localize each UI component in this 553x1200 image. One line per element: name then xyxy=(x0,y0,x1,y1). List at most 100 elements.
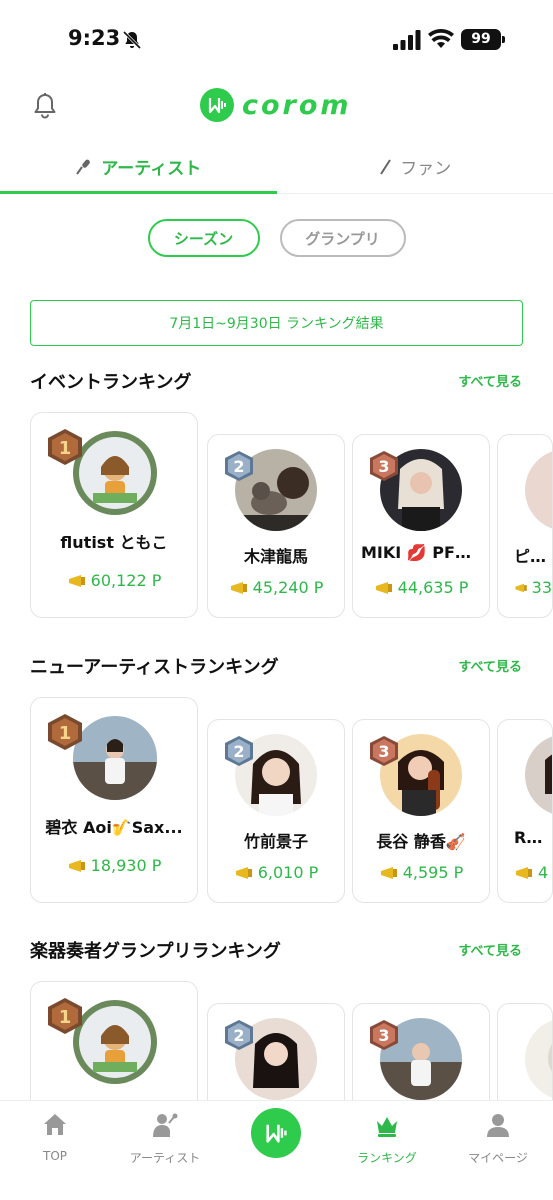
ranking-card[interactable]: ピアニ 33 xyxy=(497,434,553,618)
see-all-link[interactable]: すべて見る xyxy=(458,656,522,675)
svg-text:2: 2 xyxy=(233,1026,244,1045)
wifi-icon xyxy=(428,29,454,48)
nav-mypage[interactable]: マイページ xyxy=(443,1111,553,1166)
points-value: 45,240 P xyxy=(252,578,324,597)
ranking-card[interactable]: RiCo 4 xyxy=(497,719,553,903)
corom-center-button[interactable] xyxy=(251,1108,301,1158)
period-filter: シーズン グランプリ xyxy=(0,219,553,257)
ranking-card[interactable]: 1 碧衣 Aoi🎷Sax... 18,930 P xyxy=(30,697,198,903)
rank-bronze-badge-icon: 3 xyxy=(370,451,398,481)
see-all-link[interactable]: すべて見る xyxy=(458,371,522,390)
artist-name: RiCo xyxy=(514,828,552,847)
rank-gold-badge-icon: 1 xyxy=(48,998,82,1034)
points: 18,930 P xyxy=(31,856,197,875)
artist-name: 長谷 静香🎻 xyxy=(376,832,466,851)
points: 4,595 P xyxy=(353,863,489,882)
tab-bar: アーティスト ファン xyxy=(0,140,553,194)
avatar xyxy=(73,431,157,515)
nav-top[interactable]: TOP xyxy=(0,1111,110,1163)
see-all-link[interactable]: すべて見る xyxy=(458,940,522,959)
event-ranking-section: イベントランキング すべて見る xyxy=(0,368,553,398)
section-title: 楽器奏者グランプリランキング xyxy=(30,941,281,962)
tab-artist[interactable]: アーティスト xyxy=(0,140,277,194)
megaphone-icon xyxy=(68,859,85,872)
tab-artist-label: アーティスト xyxy=(101,159,202,179)
ranking-card[interactable]: 2 竹前景子 6,010 P xyxy=(207,719,345,903)
artist-name: MIKI 💋 PFL... xyxy=(361,543,484,562)
points: 6,010 P xyxy=(208,863,344,882)
avatar xyxy=(525,1018,552,1100)
bottom-navigation: TOP アーティスト ランキング マイページ xyxy=(0,1100,553,1200)
rank-bronze-badge-icon: 3 xyxy=(370,1020,398,1050)
megaphone-icon xyxy=(235,866,252,879)
tab-fan[interactable]: ファン xyxy=(277,140,553,193)
svg-text:3: 3 xyxy=(378,742,389,761)
tab-fan-label: ファン xyxy=(400,159,452,179)
points-value: 4 xyxy=(538,863,549,882)
megaphone-icon xyxy=(68,574,85,587)
app-header: corom xyxy=(0,80,553,135)
megaphone-icon xyxy=(380,866,397,879)
points: 33 xyxy=(498,578,552,597)
grandprix-filter-button[interactable]: グランプリ xyxy=(279,219,406,257)
battery-indicator: 99 xyxy=(461,29,505,50)
artist-name: 碧衣 Aoi🎷Sax... xyxy=(45,818,183,837)
ranking-card[interactable]: 3 長谷 静香🎻 4,595 P xyxy=(352,719,490,903)
ranking-card[interactable]: 2 木津龍馬 45,240 P xyxy=(207,434,345,618)
nav-label: TOP xyxy=(42,1149,67,1163)
mic-icon xyxy=(76,159,91,175)
svg-text:1: 1 xyxy=(59,723,72,744)
rank-silver-badge-icon: 2 xyxy=(225,1020,253,1050)
points: 45,240 P xyxy=(208,578,344,597)
slash-icon xyxy=(380,158,392,175)
nav-artist[interactable]: アーティスト xyxy=(110,1111,220,1166)
artist-name: 竹前景子 xyxy=(243,832,308,851)
rank-gold-badge-icon: 1 xyxy=(48,714,82,750)
silent-mode-icon xyxy=(122,30,142,50)
avatar xyxy=(525,449,552,531)
artist-name: ピアニ xyxy=(514,547,552,566)
section-title: ニューアーティストランキング xyxy=(30,657,279,678)
rank-silver-badge-icon: 2 xyxy=(225,451,253,481)
rank-bronze-badge-icon: 3 xyxy=(370,736,398,766)
status-bar: 9:23 99 xyxy=(0,0,553,80)
rank-silver-badge-icon: 2 xyxy=(225,736,253,766)
artist-name: 木津龍馬 xyxy=(243,547,308,566)
ranking-card[interactable]: 3 MIKI 💋 PFL... 44,635 P xyxy=(352,434,490,618)
bell-icon[interactable] xyxy=(32,92,58,120)
rank-gold-badge-icon: 1 xyxy=(48,429,82,465)
points-value: 44,635 P xyxy=(397,578,469,597)
crown-icon xyxy=(377,1117,397,1137)
points: 4 xyxy=(498,863,552,882)
megaphone-icon xyxy=(515,583,527,592)
points-value: 6,010 P xyxy=(257,863,319,882)
points-value: 33 xyxy=(531,578,552,597)
nav-ranking[interactable]: ランキング xyxy=(332,1111,442,1166)
avatar xyxy=(525,734,552,816)
svg-text:1: 1 xyxy=(59,1007,72,1028)
megaphone-icon xyxy=(375,581,392,594)
points-value: 4,595 P xyxy=(402,863,464,882)
svg-text:2: 2 xyxy=(233,742,244,761)
avatar xyxy=(73,1000,157,1084)
section-title: イベントランキング xyxy=(30,372,192,393)
avatar xyxy=(73,716,157,800)
season-filter-button[interactable]: シーズン xyxy=(147,219,260,257)
svg-text:1: 1 xyxy=(59,438,72,459)
nav-label: ランキング xyxy=(357,1151,417,1165)
corom-center-icon xyxy=(266,1124,287,1143)
new-artist-ranking-section: ニューアーティストランキング すべて見る xyxy=(0,653,553,683)
ranking-period-banner[interactable]: 7月1日~9月30日 ランキング結果 xyxy=(30,300,523,346)
artist-icon xyxy=(153,1113,178,1137)
points: 60,122 P xyxy=(31,571,197,590)
ranking-card[interactable]: 1 flutist ともこ 60,122 P xyxy=(30,412,198,618)
points: 44,635 P xyxy=(353,578,489,597)
signal-icon xyxy=(393,30,421,50)
artist-name: flutist ともこ xyxy=(60,533,168,552)
status-time: 9:23 xyxy=(68,26,121,50)
svg-text:3: 3 xyxy=(378,1026,389,1045)
points-value: 18,930 P xyxy=(90,856,162,875)
person-icon xyxy=(487,1114,509,1137)
megaphone-icon xyxy=(230,581,247,594)
app-logo[interactable]: corom xyxy=(200,88,352,122)
